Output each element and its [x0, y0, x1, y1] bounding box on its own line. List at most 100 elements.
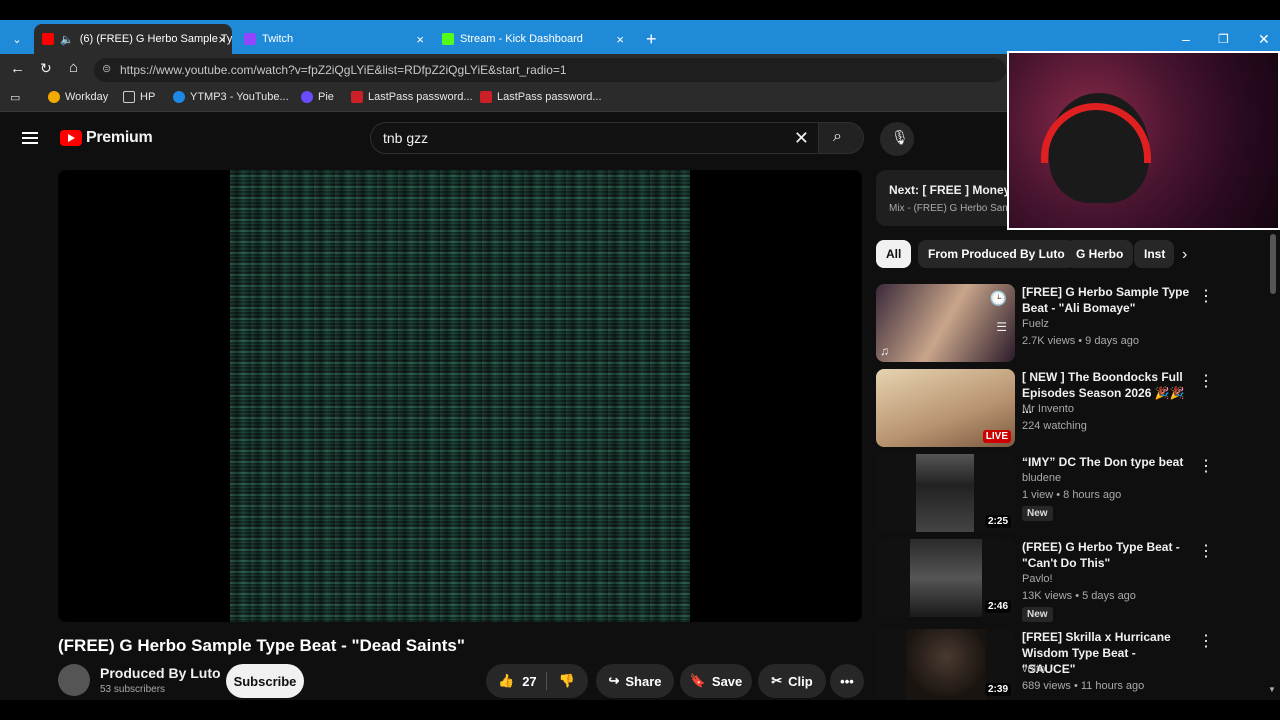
video-duration: 2:25 — [984, 515, 1011, 528]
video-title[interactable]: [FREE] G Herbo Sample Type Beat - "Ali B… — [1022, 284, 1192, 316]
bookmark-lastpass-2[interactable]: LastPass password... — [480, 91, 602, 103]
logo-text: Premium — [86, 129, 153, 146]
new-tab-button[interactable]: + — [638, 24, 660, 54]
video-thumbnail[interactable]: LIVE — [876, 369, 1015, 447]
chip-instrumental[interactable]: Inst — [1134, 240, 1174, 268]
video-meta: 224 watching — [1022, 420, 1087, 432]
video-thumbnail[interactable]: 2:46 — [876, 539, 1015, 617]
close-tab-icon[interactable]: × — [218, 32, 226, 47]
watch-later-icon[interactable]: 🕒 — [990, 290, 1007, 307]
bookmark-pie[interactable]: Pie — [301, 91, 334, 103]
video-channel[interactable]: Fuelz — [1022, 318, 1049, 330]
search-query: tnb gzz — [383, 130, 429, 146]
video-meta: 2.7K views • 9 days ago — [1022, 335, 1139, 347]
live-badge: LIVE — [982, 430, 1011, 443]
list-item[interactable]: LIVE [ NEW ] The Boondocks Full Episodes… — [876, 369, 1236, 449]
clear-search-icon[interactable]: ✕ — [794, 128, 809, 149]
bookmark-workday[interactable]: Workday — [48, 91, 108, 103]
more-options-icon[interactable]: ⋮ — [1198, 286, 1214, 306]
video-frame — [230, 170, 690, 622]
more-options-icon[interactable]: ⋮ — [1198, 631, 1214, 651]
video-channel[interactable]: volto — [1022, 663, 1045, 675]
add-to-queue-icon[interactable]: ☰ — [996, 320, 1007, 334]
video-channel[interactable]: Mr Invento — [1022, 403, 1074, 415]
tab-kick[interactable]: Stream - Kick Dashboard × — [434, 24, 630, 54]
chip-g-herbo[interactable]: G Herbo — [1066, 240, 1134, 268]
next-up-banner[interactable]: Next: [ FREE ] Money M Mix - (FREE) G He… — [876, 170, 1016, 226]
search-icon: ⌕ — [833, 128, 842, 145]
video-duration: 2:46 — [984, 600, 1011, 613]
voice-search-button[interactable]: 🎙 — [880, 122, 914, 156]
more-options-icon[interactable]: ⋮ — [1198, 456, 1214, 476]
scroll-down-icon[interactable]: ▼ — [1268, 685, 1276, 694]
tab-twitch[interactable]: Twitch × — [236, 24, 430, 54]
site-info-icon[interactable]: ⊜ — [102, 62, 111, 75]
next-up-playlist: Mix - (FREE) G Herbo Sam — [889, 203, 1011, 214]
new-badge: New — [1022, 607, 1053, 622]
bookmark-hp[interactable]: HP — [123, 91, 155, 103]
url-field[interactable]: ⊜ https://www.youtube.com/watch?v=fpZ2iQ… — [94, 58, 1006, 82]
folder-icon — [123, 91, 135, 103]
back-icon[interactable]: ← — [10, 60, 25, 77]
close-window-icon[interactable]: ✕ — [1250, 24, 1278, 54]
list-item[interactable]: 2:25 “IMY” DC The Don type beat bludene … — [876, 454, 1236, 534]
restore-icon[interactable]: ❐ — [1210, 24, 1237, 54]
bookmark-lastpass-1[interactable]: LastPass password... — [351, 91, 473, 103]
like-icon[interactable]: 👍 — [498, 673, 514, 689]
screen-top-border — [0, 0, 1280, 20]
video-meta: 13K views • 5 days ago — [1022, 590, 1136, 602]
like-count[interactable]: 27 — [522, 674, 536, 689]
scissors-icon: ✂ — [771, 673, 783, 688]
list-item[interactable]: 2:39 [FREE] Skrilla x Hurricane Wisdom T… — [876, 629, 1236, 709]
youtube-logo[interactable]: Premium — [60, 129, 153, 147]
video-player[interactable] — [58, 170, 862, 622]
search-input[interactable]: tnb gzz ✕ — [370, 122, 826, 154]
chip-from-channel[interactable]: From Produced By Luto — [918, 240, 1075, 268]
more-options-icon[interactable]: ⋮ — [1198, 541, 1214, 561]
reading-list-icon[interactable]: ▭ — [10, 91, 20, 104]
bookmark-ytmp3[interactable]: YTMP3 - YouTube... — [173, 91, 289, 103]
dislike-icon[interactable]: 👎 — [559, 673, 575, 689]
video-thumbnail[interactable]: 2:25 — [876, 454, 1015, 532]
youtube-play-icon — [60, 130, 82, 146]
thumbnail-image — [916, 454, 974, 532]
chevron-right-icon[interactable]: › — [1182, 246, 1187, 264]
channel-avatar[interactable] — [58, 664, 90, 696]
thumbnail-image — [910, 539, 982, 617]
video-title[interactable]: (FREE) G Herbo Type Beat - "Can't Do Thi… — [1022, 539, 1192, 571]
webcam-overlay — [1007, 51, 1280, 230]
scrollbar-thumb[interactable] — [1270, 234, 1276, 294]
menu-icon[interactable] — [22, 129, 38, 147]
chip-all[interactable]: All — [876, 240, 912, 268]
video-title[interactable]: “IMY” DC The Don type beat — [1022, 454, 1192, 470]
url-text: https://www.youtube.com/watch?v=fpZ2iQgL… — [120, 63, 567, 77]
video-thumbnail[interactable]: 🕒 ☰ ♫ — [876, 284, 1015, 362]
subscribe-button[interactable]: Subscribe — [226, 664, 304, 698]
clip-button[interactable]: ✂ Clip — [758, 664, 826, 698]
video-thumbnail[interactable]: 2:39 — [876, 629, 1015, 700]
more-options-icon[interactable]: ⋮ — [1198, 371, 1214, 391]
video-channel[interactable]: Pavlo! — [1022, 573, 1053, 585]
twitch-favicon-icon — [244, 33, 256, 45]
channel-name[interactable]: Produced By Luto — [100, 665, 221, 681]
lastpass-icon — [351, 91, 363, 103]
tab-list-button[interactable]: ⌄ — [4, 24, 30, 54]
subscriber-count: 53 subscribers — [100, 684, 166, 695]
tab-youtube[interactable]: 🔈 (6) (FREE) G Herbo Sample Ty × — [34, 24, 232, 54]
more-actions-button[interactable]: ••• — [830, 664, 864, 698]
close-tab-icon[interactable]: × — [416, 32, 424, 47]
reload-icon[interactable]: ↻ — [40, 60, 52, 77]
search-button[interactable]: ⌕ — [818, 122, 864, 154]
share-button[interactable]: ↪ Share — [596, 664, 674, 698]
video-title[interactable]: [FREE] Skrilla x Hurricane Wisdom Type B… — [1022, 629, 1192, 677]
share-icon: ↪ — [608, 673, 620, 688]
home-icon[interactable]: ⌂ — [69, 59, 78, 76]
list-item[interactable]: 🕒 ☰ ♫ [FREE] G Herbo Sample Type Beat - … — [876, 284, 1236, 364]
tab-label: Twitch — [262, 33, 294, 45]
video-channel[interactable]: bludene — [1022, 472, 1061, 484]
list-item[interactable]: 2:46 (FREE) G Herbo Type Beat - "Can't D… — [876, 539, 1236, 622]
close-tab-icon[interactable]: × — [616, 32, 624, 47]
video-meta: 689 views • 11 hours ago — [1022, 680, 1145, 692]
minimize-icon[interactable]: – — [1174, 24, 1198, 54]
save-button[interactable]: 🔖 Save — [680, 664, 752, 698]
